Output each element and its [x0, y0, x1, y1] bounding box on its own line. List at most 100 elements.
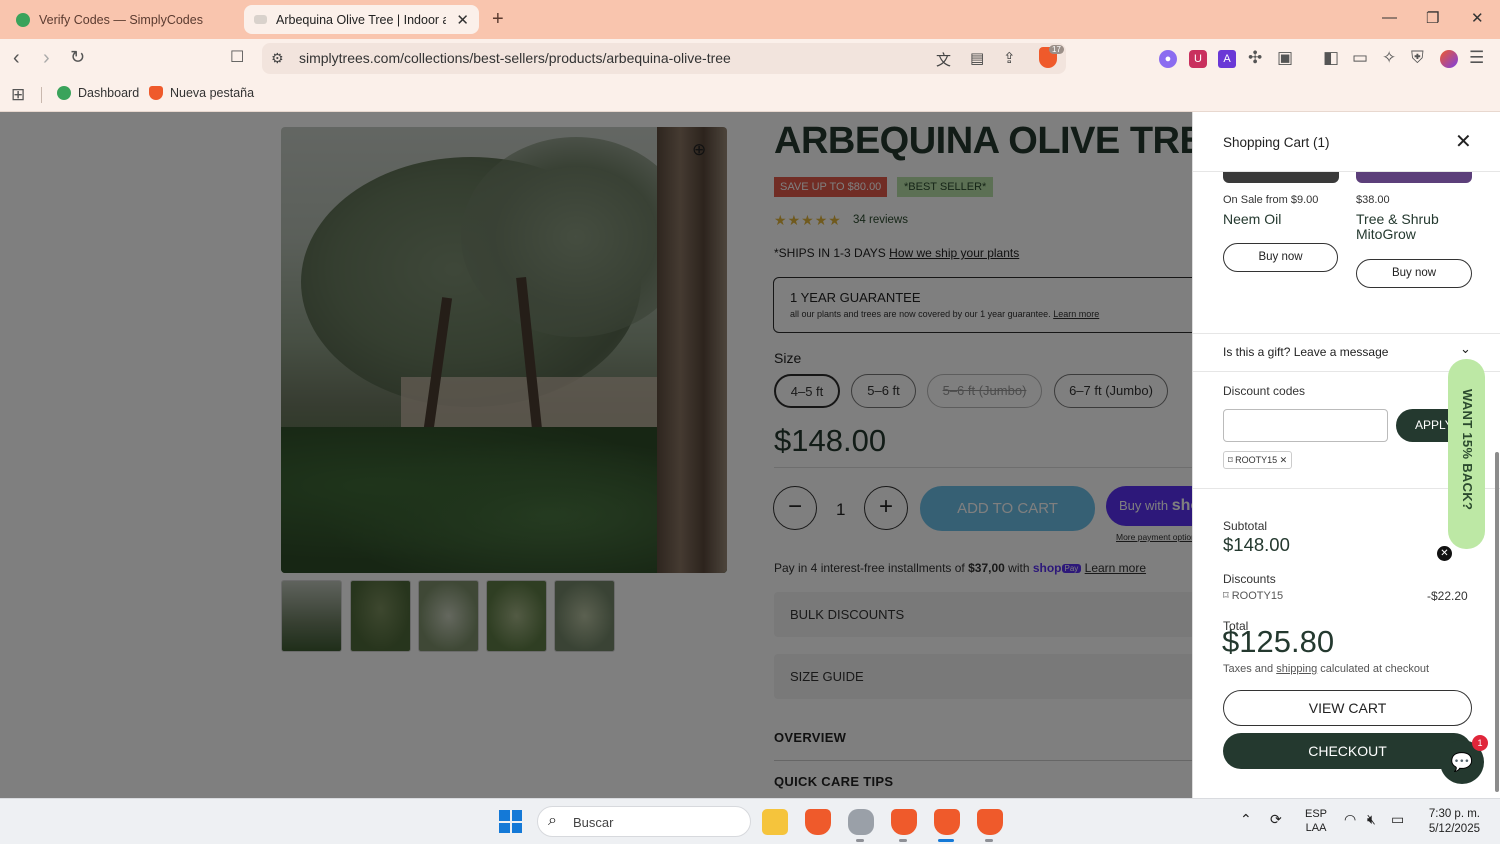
upsell-price: $38.00	[1356, 194, 1390, 206]
profile-icon[interactable]	[1440, 50, 1458, 68]
discount-codes-label: Discount codes	[1223, 384, 1306, 398]
input-language[interactable]: ESP LAA	[1305, 807, 1327, 835]
clock-time: 7:30 p. m.	[1428, 808, 1480, 820]
address-bar[interactable]: ⚙ simplytrees.com/collections/best-selle…	[262, 43, 1066, 74]
chat-badge: 1	[1472, 735, 1488, 751]
minimize-icon[interactable]: —	[1382, 9, 1397, 26]
tag-icon: ⌑	[1223, 590, 1229, 602]
brave-favicon-icon	[149, 86, 163, 100]
translate-icon[interactable]: 文	[936, 49, 951, 70]
reload-icon[interactable]: ↻	[70, 47, 85, 68]
extension-purple-icon[interactable]: ●	[1159, 50, 1177, 68]
discount-code-input[interactable]	[1223, 409, 1388, 442]
discount-code: ROOTY15	[1231, 590, 1284, 602]
wifi-icon[interactable]: ◠	[1344, 811, 1356, 828]
cashback-promo-tab[interactable]: WANT 15% BACK?	[1448, 359, 1485, 549]
brave-profile-icon[interactable]	[891, 809, 917, 835]
tab-search-icon[interactable]: ▣	[1277, 48, 1293, 68]
new-tab-icon[interactable]: +	[492, 8, 504, 31]
upsell-price: On Sale from $9.00	[1223, 194, 1319, 206]
browser-toolbar: ‹ › ↻ ☐ ⚙ simplytrees.com/collections/be…	[0, 39, 1500, 79]
upsell-name[interactable]: Tree & Shrub MitoGrow	[1356, 212, 1476, 242]
reader-mode-icon[interactable]: ▤	[970, 49, 984, 67]
menu-icon[interactable]: ☰	[1469, 48, 1484, 68]
gift-message-toggle[interactable]: Is this a gift? Leave a message	[1223, 345, 1388, 359]
restore-icon[interactable]: ❐	[1426, 9, 1439, 27]
subtotal-label: Subtotal	[1223, 519, 1268, 533]
app-running-indicator	[899, 839, 907, 842]
vpn-shield-icon[interactable]: ⛨	[1411, 48, 1424, 68]
dashboard-favicon-icon	[57, 86, 71, 100]
back-icon[interactable]: ‹	[13, 47, 20, 70]
simplycodes-favicon-icon	[16, 12, 30, 27]
forward-icon[interactable]: ›	[43, 47, 50, 70]
brave-profile-active-icon[interactable]	[934, 809, 960, 835]
view-cart-button[interactable]: VIEW CART	[1223, 690, 1472, 726]
bookmark-label: Dashboard	[78, 86, 140, 100]
tax-suffix: calculated at checkout	[1320, 663, 1430, 675]
tab-arbequina-olive-tree[interactable]: Arbequina Olive Tree | Indoor and Outdoo…	[244, 5, 479, 34]
volume-muted-icon[interactable]: 🔇︎	[1367, 811, 1376, 828]
file-explorer-icon[interactable]	[762, 809, 788, 835]
product-page: ⊕ ARBEQUINA OLIVE TREE SAVE UP TO $80.00…	[0, 112, 1500, 798]
tab-title: Verify Codes — SimplyCodes	[39, 12, 203, 27]
brave-icon[interactable]	[805, 809, 831, 835]
clock-date: 5/12/2025	[1428, 823, 1480, 835]
applied-code-chip: ⌑ ROOTY15 ✕	[1223, 451, 1293, 469]
shields-count: 17	[1049, 45, 1064, 54]
brave-profile-icon[interactable]	[977, 809, 1003, 835]
battery-icon[interactable]: ▭	[1391, 811, 1404, 828]
upsell-name[interactable]: Neem Oil	[1223, 212, 1343, 227]
system-clock[interactable]: 7:30 p. m. 5/12/2025	[1420, 807, 1480, 837]
checkout-button[interactable]: CHECKOUT	[1223, 733, 1472, 769]
cart-header: Shopping Cart (1) ✕	[1193, 112, 1500, 172]
app-active-indicator	[938, 839, 954, 842]
applied-code: ROOTY15	[1235, 455, 1278, 465]
tag-icon: ⌑	[1228, 455, 1233, 465]
discounts-label: Discounts	[1223, 572, 1276, 586]
tab-verify-codes[interactable]: Verify Codes — SimplyCodes	[6, 5, 238, 34]
url-text[interactable]: simplytrees.com/collections/best-sellers…	[299, 50, 731, 66]
buy-now-neem-oil-button[interactable]: Buy now	[1223, 243, 1338, 272]
app-running-indicator	[856, 839, 864, 842]
leo-ai-icon[interactable]: ✧	[1382, 48, 1396, 68]
shipping-link[interactable]: shipping	[1276, 663, 1317, 675]
cart-title: Shopping Cart (1)	[1223, 135, 1330, 150]
share-icon[interactable]: ⇪	[1003, 49, 1016, 67]
lang-top: ESP	[1305, 808, 1328, 820]
close-window-icon[interactable]: ✕	[1471, 9, 1484, 27]
promo-text: WANT 15% BACK?	[1460, 389, 1475, 511]
simplytrees-favicon-icon	[254, 15, 267, 24]
bookmark-icon[interactable]: ☐	[230, 47, 244, 67]
apps-grid-icon[interactable]: ⊞	[11, 85, 25, 105]
bookmark-label: Nueva pestaña	[170, 86, 255, 100]
close-circle-icon[interactable]: ✕	[1437, 546, 1452, 561]
chevron-down-icon[interactable]: ⌄	[1460, 341, 1471, 357]
discount-code-row: ⌑ ROOTY15	[1223, 589, 1283, 602]
chevron-up-icon[interactable]: ⌃	[1240, 811, 1252, 828]
windows-start-icon[interactable]	[499, 810, 522, 833]
bookmark-dashboard[interactable]: Dashboard	[57, 86, 139, 100]
browser-tab-strip: Verify Codes — SimplyCodes Arbequina Oli…	[0, 0, 1500, 39]
sidebar-icon[interactable]: ◧	[1323, 48, 1339, 68]
ublock-icon[interactable]: U	[1189, 50, 1207, 68]
page-scrollbar[interactable]	[1495, 452, 1499, 792]
subtotal-value: $148.00	[1223, 534, 1290, 555]
remove-code-icon[interactable]: ✕	[1280, 455, 1288, 465]
sync-icon[interactable]: ⟳	[1270, 811, 1282, 828]
site-settings-icon[interactable]: ⚙	[271, 50, 284, 67]
bookmark-new-tab[interactable]: Nueva pestaña	[149, 86, 254, 100]
modal-overlay[interactable]	[0, 112, 1192, 798]
close-tab-icon[interactable]: ✕	[456, 11, 469, 29]
buy-now-mitogrow-button[interactable]: Buy now	[1356, 259, 1472, 288]
extensions-puzzle-icon[interactable]: ✣	[1248, 48, 1262, 68]
tax-note: Taxes and shipping calculated at checkou…	[1223, 663, 1429, 675]
wallet-icon[interactable]: ▭	[1352, 48, 1368, 68]
extension-a-icon[interactable]: A	[1218, 50, 1236, 68]
mouse-app-icon[interactable]	[848, 809, 874, 835]
close-cart-icon[interactable]: ✕	[1455, 129, 1472, 154]
taskbar-search[interactable]: ⌕ Buscar	[537, 806, 751, 837]
lang-bottom: LAA	[1305, 822, 1327, 834]
discount-amount: -$22.20	[1427, 589, 1468, 603]
app-running-indicator	[985, 839, 993, 842]
